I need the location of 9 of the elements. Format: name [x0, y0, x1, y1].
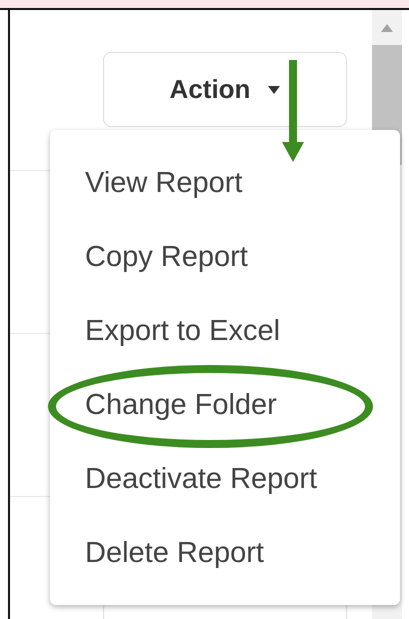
- action-button[interactable]: Action: [103, 52, 347, 127]
- menu-item[interactable]: Copy Report: [85, 240, 248, 274]
- menu-item[interactable]: Deactivate Report: [85, 462, 318, 496]
- scroll-up-icon[interactable]: [381, 24, 393, 32]
- menu-item[interactable]: View Report: [85, 166, 242, 200]
- caret-icon: [268, 86, 280, 94]
- menu-item[interactable]: Delete Report: [85, 536, 264, 570]
- menu-item[interactable]: Export to Excel: [85, 314, 280, 348]
- menu-item[interactable]: Change Folder: [85, 388, 277, 422]
